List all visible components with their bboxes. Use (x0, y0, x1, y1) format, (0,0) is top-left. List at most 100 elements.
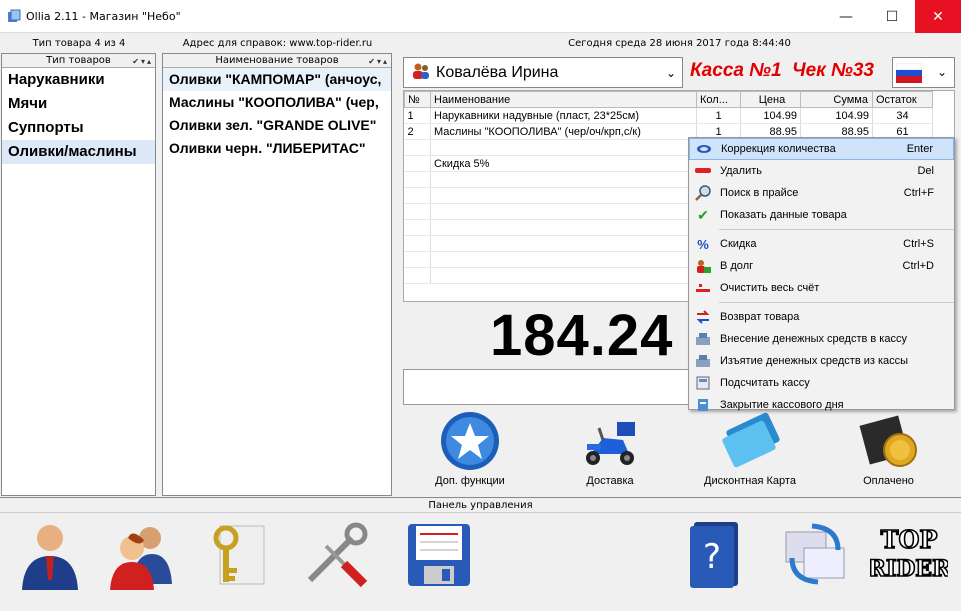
date-text: Сегодня среда 28 июня 2017 года 8:44:40 (568, 38, 791, 49)
discount-card-button[interactable]: Дисконтная Карта (700, 410, 800, 487)
maximize-button[interactable]: ☐ (869, 0, 915, 33)
category-item-selected[interactable]: Оливки/маслины (2, 140, 155, 164)
cell: 104.99 (740, 107, 801, 124)
cell: 34 (872, 107, 933, 124)
customer-name: Ковалёва Ирина (436, 63, 559, 81)
menu-item-delete[interactable]: Удалить Del (689, 160, 954, 182)
category-item[interactable]: Нарукавники (2, 68, 155, 92)
save-icon[interactable] (402, 518, 474, 590)
column-header[interactable]: Наименование (430, 91, 697, 108)
menu-item-search[interactable]: Поиск в прайсе Ctrl+F (689, 182, 954, 204)
product-item[interactable]: Оливки "КАМПОМАР" (анчоус, (163, 68, 391, 91)
cash-in-icon (694, 331, 712, 347)
paid-icon (856, 410, 922, 475)
percent-icon: % (697, 236, 709, 252)
sync-icon[interactable] (778, 518, 850, 590)
card-icon (714, 410, 786, 475)
svg-text:?: ? (703, 537, 721, 577)
chevron-down-icon: ⌄ (937, 65, 948, 79)
categories-header: Тип товаров ✔▾▴ (2, 54, 155, 68)
app-icon (7, 9, 21, 23)
delivery-button[interactable]: Доставка (565, 410, 655, 487)
context-menu: Коррекция количества Enter Удалить Del Пои… (688, 137, 955, 411)
cell: 1 (404, 107, 431, 124)
receipt-header-row: № Наименование Кол... Цена Сумма Остаток (404, 91, 933, 108)
kassa-label: Касса №1 Чек №33 (690, 60, 874, 81)
clear-icon (694, 280, 712, 296)
language-select[interactable]: ⌄ (892, 57, 955, 88)
extra-functions-button[interactable]: Доп. функции (420, 410, 520, 487)
debt-icon (694, 258, 712, 274)
action-label: Доставка (586, 475, 634, 487)
cell: 2 (404, 123, 431, 140)
menu-item-show-data[interactable]: ✔ Показать данные товара (689, 204, 954, 226)
column-header[interactable]: Сумма (800, 91, 873, 108)
star-icon (439, 410, 501, 475)
products-panel: Наименование товаров ✔▾▴ Оливки "КАМПОМАР… (162, 53, 392, 496)
menu-item-close-day[interactable]: Закрытие кассового дня (689, 394, 954, 416)
calc-icon (694, 375, 712, 391)
help-icon[interactable]: ? (680, 518, 752, 590)
categories-panel: Тип товаров ✔▾▴ Нарукавники Мячи Суппорты… (1, 53, 156, 496)
menu-item-debt[interactable]: В долг Ctrl+D (689, 255, 954, 277)
menu-item-correction[interactable]: Коррекция количества Enter (689, 138, 954, 160)
product-item[interactable]: Маслины "КООПОЛИВА" (чер, (163, 91, 391, 114)
menu-separator (719, 229, 954, 230)
return-icon (694, 309, 712, 325)
action-label: Доп. функции (435, 475, 505, 487)
check-icon: ✔ (697, 206, 709, 223)
key-icon[interactable] (200, 518, 272, 590)
close-button[interactable]: ✕ (915, 0, 961, 33)
column-header[interactable]: Кол... (696, 91, 741, 108)
address-text: Адрес для справок: www.top-rider.ru (182, 38, 373, 49)
delete-icon (694, 163, 712, 179)
column-header[interactable]: № (404, 91, 431, 108)
customer-icon (412, 62, 430, 83)
menu-item-count[interactable]: Подсчитать кассу (689, 372, 954, 394)
customers-icon[interactable] (104, 518, 176, 590)
cell: Нарукавники надувные (пласт, 23*25см) (430, 107, 697, 124)
products-header: Наименование товаров ✔▾▴ (163, 54, 391, 68)
cashier-icon[interactable] (14, 518, 86, 590)
column-header[interactable]: Цена (740, 91, 801, 108)
menu-item-return[interactable]: Возврат товара (689, 306, 954, 328)
discount-text: Скидка 5% (430, 155, 697, 172)
top-rider-logo: TOP RIDER (867, 518, 952, 590)
cash-out-icon (694, 353, 712, 369)
title-bar: Ollia 2.11 - Магазин "Небо" — ☐ ✕ (0, 0, 961, 33)
search-icon (694, 185, 712, 201)
menu-item-cash-in[interactable]: Внесение денежных средств в кассу (689, 328, 954, 350)
russia-flag-icon (895, 62, 923, 86)
cell: 1 (696, 107, 741, 124)
scooter-icon (577, 410, 643, 475)
action-label: Оплачено (863, 475, 914, 487)
menu-item-cash-out[interactable]: Изъятие денежных средств из кассы (689, 350, 954, 372)
menu-item-discount[interactable]: % Скидка Ctrl+S (689, 233, 954, 255)
product-item[interactable]: Оливки черн. "ЛИБЕРИТАС" (163, 137, 391, 160)
cell: 104.99 (800, 107, 873, 124)
product-item[interactable]: Оливки зел. "GRANDE OLIVE" (163, 114, 391, 137)
paid-button[interactable]: Оплачено (846, 410, 931, 487)
chevron-down-icon: ⌄ (665, 65, 676, 80)
correction-icon (695, 141, 713, 157)
tools-icon[interactable] (300, 518, 372, 590)
sort-controls-icon[interactable]: ✔▾▴ (132, 55, 153, 68)
menu-item-clear[interactable]: Очистить весь счёт (689, 277, 954, 299)
svg-text:TOP: TOP (881, 525, 938, 554)
control-panel-header: Панель управления (0, 497, 961, 513)
column-header[interactable]: Остаток (872, 91, 933, 108)
menu-separator (719, 302, 954, 303)
type-count: Тип товара 4 из 4 (32, 38, 126, 49)
cell: Маслины "КООПОЛИВА" (чер/оч/крп,с/к) (430, 123, 697, 140)
category-item[interactable]: Суппорты (2, 116, 155, 140)
sort-controls-icon[interactable]: ✔▾▴ (368, 55, 389, 68)
window-title: Ollia 2.11 - Магазин "Небо" (26, 10, 181, 23)
svg-text:RIDER: RIDER (870, 556, 948, 582)
minimize-button[interactable]: — (823, 0, 869, 33)
category-item[interactable]: Мячи (2, 92, 155, 116)
action-label: Дисконтная Карта (704, 475, 796, 487)
close-day-icon (694, 397, 712, 413)
total-amount: 184.24 (490, 303, 674, 368)
customer-select[interactable]: Ковалёва Ирина ⌄ (403, 57, 683, 88)
table-row[interactable]: 1 Нарукавники надувные (пласт, 23*25см) … (404, 107, 933, 124)
